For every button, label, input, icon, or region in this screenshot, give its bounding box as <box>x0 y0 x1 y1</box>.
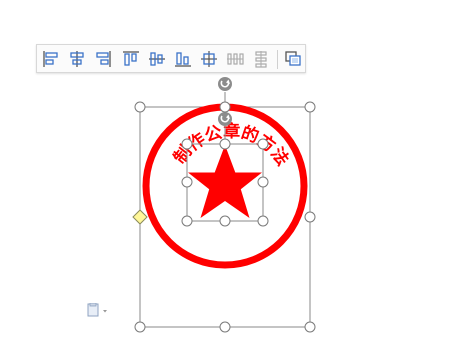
resize-handle-top-right[interactable] <box>304 101 316 113</box>
star-handle-left[interactable] <box>181 176 193 188</box>
star-handle-top-left[interactable] <box>181 138 193 150</box>
rotate-handle-inner-icon[interactable] <box>218 112 232 126</box>
resize-handle-top-left[interactable] <box>134 101 146 113</box>
resize-handle-bottom-right[interactable] <box>304 321 316 333</box>
star-handle-right[interactable] <box>257 176 269 188</box>
resize-handle-bottom-left[interactable] <box>134 321 146 333</box>
star-handle-bottom-left[interactable] <box>181 215 193 227</box>
rotate-handle-icon[interactable] <box>218 77 232 91</box>
star-handle-bottom-right[interactable] <box>257 215 269 227</box>
paste-options-icon[interactable] <box>86 302 112 317</box>
adjust-handle[interactable] <box>132 209 148 225</box>
resize-handle-bottom[interactable] <box>219 321 231 333</box>
star-handle-top-right[interactable] <box>257 138 269 150</box>
resize-handle-top[interactable] <box>219 101 231 113</box>
resize-handle-right[interactable] <box>304 211 316 223</box>
stamp-star[interactable] <box>188 145 262 218</box>
drawing-canvas: 制作公章的方法 <box>132 77 316 333</box>
star-handle-bottom[interactable] <box>219 215 231 227</box>
star-handle-top[interactable] <box>219 138 231 150</box>
